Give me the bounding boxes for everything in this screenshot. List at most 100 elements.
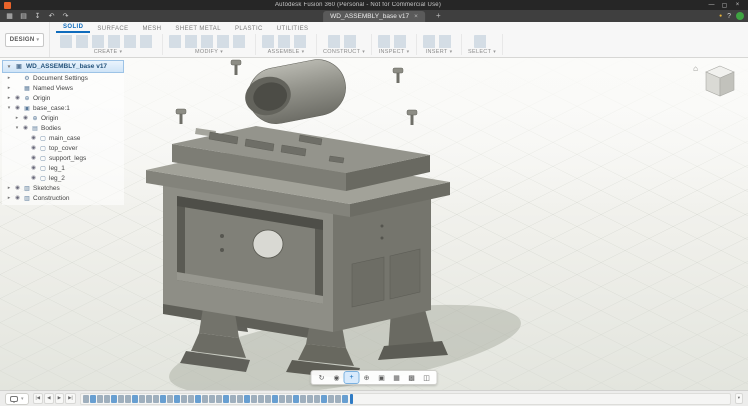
timeline-feature-marker[interactable] [223,395,229,403]
nav-tool-icon[interactable]: ↻ [315,372,329,383]
expand-arrow-icon[interactable]: ▸ [6,85,12,91]
browser-tree-item[interactable]: ▸ ⚙ Document Settings [2,73,124,83]
timeline-feature-marker[interactable] [153,395,159,403]
browser-tree-item[interactable]: ▸ ▦ Named Views [2,83,124,93]
visibility-eye-icon[interactable]: ◉ [22,115,29,121]
toolbar-icon[interactable]: ↧ [32,11,43,22]
ribbon-tab[interactable]: MESH [135,25,168,33]
tool-icons[interactable] [169,35,249,48]
expand-arrow-icon[interactable]: ▾ [6,64,12,70]
timeline-feature-marker[interactable] [181,395,187,403]
nav-tool-icon[interactable]: + [345,372,359,383]
tool-icons[interactable] [262,35,310,48]
timeline-feature-marker[interactable] [174,395,180,403]
browser-tree-item[interactable]: ▾ ◉ ▤ Bodies [2,123,124,133]
browser-tree-item[interactable]: ◉ ▢ support_legs [2,153,124,163]
notification-icon[interactable]: ● [719,13,722,19]
timeline-feature-marker[interactable] [195,395,201,403]
avatar[interactable] [736,12,744,20]
ribbon-group-label[interactable]: MODIFY ▾ [195,49,223,55]
timeline-feature-marker[interactable] [160,395,166,403]
close-button[interactable]: × [731,2,744,9]
timeline-feature-marker[interactable] [265,395,271,403]
ribbon-group-label[interactable]: CREATE ▾ [94,49,123,55]
timeline-feature-marker[interactable] [216,395,222,403]
timeline-control-button[interactable]: ◀ [44,393,53,404]
timeline-feature-marker[interactable] [279,395,285,403]
visibility-eye-icon[interactable]: ◉ [30,145,37,151]
ribbon-tab[interactable]: UTILITIES [270,25,316,33]
ribbon-group-label[interactable]: CONSTRUCT ▾ [323,49,365,55]
visibility-eye-icon[interactable]: ◉ [30,155,37,161]
visibility-eye-icon[interactable]: ◉ [14,195,21,201]
maximize-button[interactable]: ▢ [718,2,731,9]
nav-tool-icon[interactable]: ▩ [405,372,419,383]
timeline-feature-marker[interactable] [307,395,313,403]
expand-arrow-icon[interactable]: ▸ [6,95,12,101]
browser-tree-item[interactable]: ◉ ▢ leg_2 [2,173,124,183]
nav-tool-icon[interactable]: ▣ [375,372,389,383]
toolbar-icon[interactable]: ▦ [4,11,15,22]
expand-arrow-icon[interactable]: ▸ [6,185,12,191]
timeline-feature-marker[interactable] [188,395,194,403]
browser-tree-item[interactable]: ▾ ◉ ▣ base_case:1 [2,103,124,113]
timeline-options-button[interactable]: ▾ [735,393,743,404]
timeline-feature-marker[interactable] [321,395,327,403]
ribbon-group-label[interactable]: INSERT ▾ [426,49,453,55]
timeline-feature-marker[interactable] [97,395,103,403]
timeline-feature-marker[interactable] [237,395,243,403]
timeline-feature-marker[interactable] [230,395,236,403]
timeline-feature-marker[interactable] [251,395,257,403]
timeline-feature-marker[interactable] [167,395,173,403]
visibility-eye-icon[interactable]: ◉ [14,95,21,101]
nav-tool-icon[interactable]: ◉ [330,372,344,383]
visibility-eye-icon[interactable]: ◉ [22,125,29,131]
timeline-feature-marker[interactable] [104,395,110,403]
toolbar-icon[interactable]: ↷ [60,11,71,22]
tool-icons[interactable] [378,35,410,48]
toolbar-icon[interactable]: ↶ [46,11,57,22]
timeline-feature-marker[interactable] [90,395,96,403]
minimize-button[interactable]: — [705,2,718,9]
visibility-eye-icon[interactable]: ◉ [14,185,21,191]
timeline-track[interactable] [80,393,731,405]
timeline-feature-marker[interactable] [139,395,145,403]
ribbon-group-label[interactable]: SELECT ▾ [468,49,496,55]
new-tab-button[interactable]: + [436,11,441,20]
expand-arrow-icon[interactable]: ▾ [6,105,12,111]
browser-root-node[interactable]: ▾ ▣ WD_ASSEMBLY_base v17 [2,60,124,73]
expand-arrow-icon[interactable]: ▾ [14,125,20,131]
home-icon[interactable]: ⌂ [693,64,698,73]
timeline-feature-marker[interactable] [83,395,89,403]
nav-tool-icon[interactable]: ◫ [420,372,434,383]
timeline-feature-marker[interactable] [244,395,250,403]
ribbon-tab[interactable]: SHEET METAL [168,25,228,33]
timeline-feature-marker[interactable] [132,395,138,403]
toolbar-icon[interactable]: ▤ [18,11,29,22]
viewport-canvas[interactable]: ▾ ▣ WD_ASSEMBLY_base v17 ▸ ⚙ Document Se… [0,58,748,390]
visibility-eye-icon[interactable]: ◉ [30,175,37,181]
tool-icons[interactable] [60,35,156,48]
timeline-feature-marker[interactable] [125,395,131,403]
close-tab-icon[interactable]: × [414,13,418,20]
timeline-feature-marker[interactable] [258,395,264,403]
timeline-feature-marker[interactable] [118,395,124,403]
visibility-eye-icon[interactable]: ◉ [14,105,21,111]
tool-icons[interactable] [328,35,360,48]
timeline-control-button[interactable]: ▶ [55,393,64,404]
ribbon-tab[interactable]: SURFACE [90,25,135,33]
timeline-control-button[interactable]: |◀ [33,393,44,404]
document-tab[interactable]: WD_ASSEMBLY_base v17 × [323,11,425,22]
timeline-feature-marker[interactable] [146,395,152,403]
expand-arrow-icon[interactable]: ▸ [6,195,12,201]
ribbon-group-label[interactable]: ASSEMBLE ▾ [268,49,305,55]
timeline-feature-marker[interactable] [328,395,334,403]
tool-icons[interactable] [474,35,490,48]
timeline-feature-marker[interactable] [272,395,278,403]
view-cube[interactable]: ⌂ [693,62,740,102]
browser-tree-item[interactable]: ◉ ▢ leg_1 [2,163,124,173]
ribbon-tab[interactable]: PLASTIC [228,25,270,33]
timeline-feature-marker[interactable] [111,395,117,403]
visibility-eye-icon[interactable]: ◉ [30,165,37,171]
workspace-switcher[interactable]: DESIGN ▾ [0,22,50,57]
